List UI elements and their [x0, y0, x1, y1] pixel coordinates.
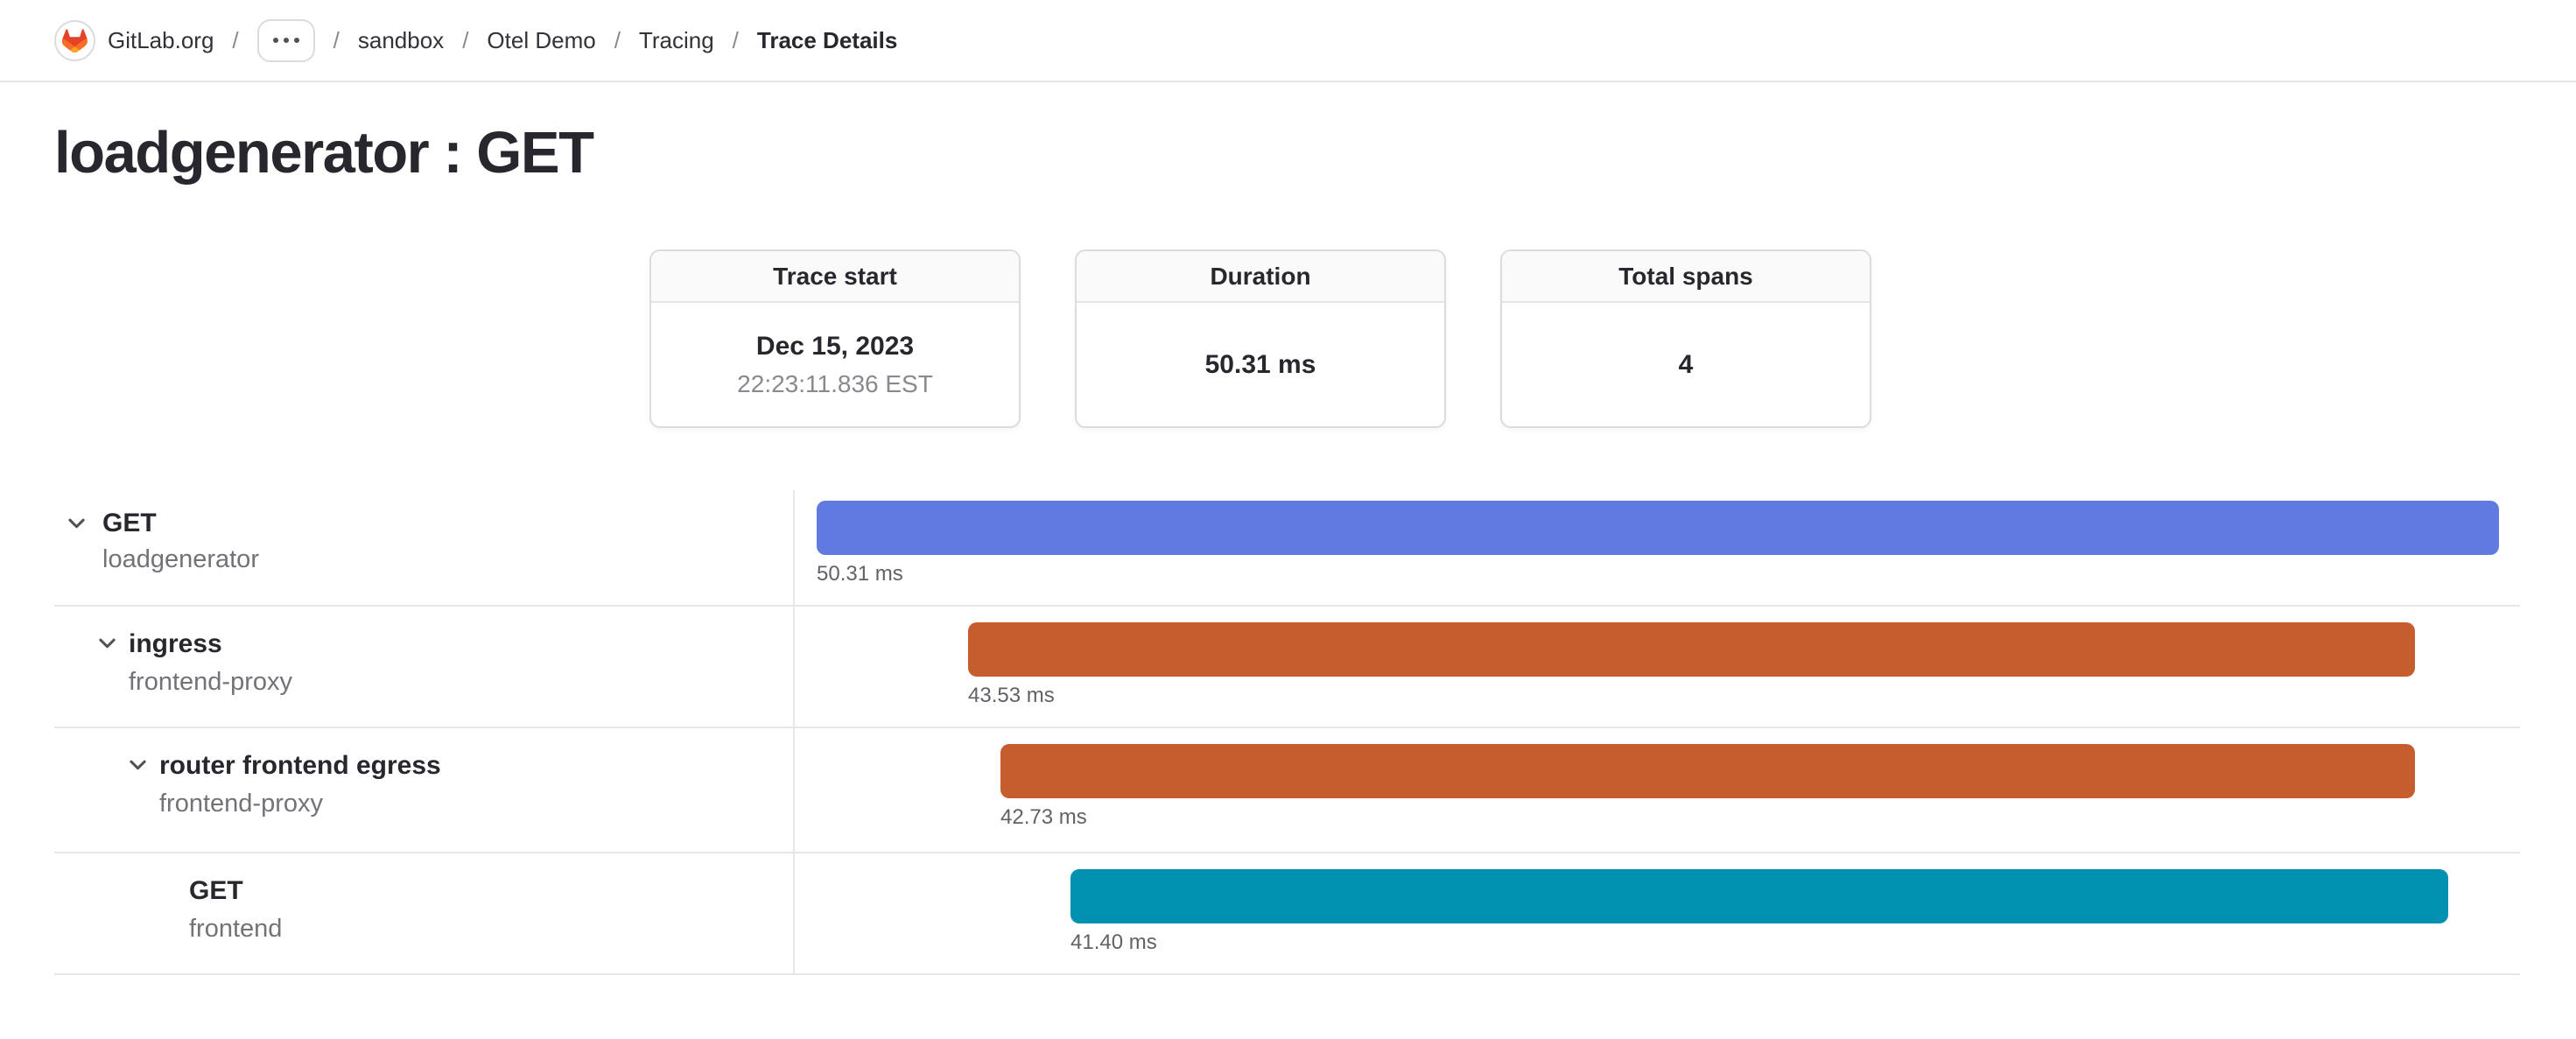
chevron-down-icon[interactable] [95, 631, 119, 659]
span-duration-label: 43.53 ms [968, 684, 1055, 708]
breadcrumb-item-otel-demo[interactable]: Otel Demo [487, 27, 595, 54]
breadcrumb: GitLab.org / / sandbox / Otel Demo / Tra… [0, 0, 2576, 82]
span-row: router frontend egress frontend-proxy 42… [54, 728, 2520, 853]
duration-card: Duration 50.31 ms [1075, 249, 1446, 428]
page-title: loadgenerator : GET [54, 119, 593, 186]
breadcrumb-separator: / [462, 27, 468, 54]
breadcrumb-separator: / [614, 27, 621, 54]
span-service: frontend [189, 915, 282, 944]
span-service: loadgenerator [102, 545, 259, 574]
total-spans-card: Total spans 4 [1500, 249, 1871, 428]
span-service: frontend-proxy [159, 790, 323, 818]
span-operation: GET [102, 509, 157, 538]
card-label: Trace start [651, 251, 1019, 303]
span-row: GET frontend 41.40 ms [54, 853, 2520, 975]
span-duration-label: 41.40 ms [1070, 930, 1157, 955]
duration-value: 50.31 ms [1205, 350, 1316, 380]
chevron-down-icon[interactable] [126, 753, 150, 781]
chevron-down-icon[interactable] [65, 511, 88, 539]
span-duration-label: 42.73 ms [1000, 805, 1087, 830]
breadcrumb-separator: / [733, 27, 739, 54]
breadcrumb-item-trace-details: Trace Details [757, 27, 897, 54]
breadcrumb-separator: / [333, 27, 340, 54]
breadcrumb-item-sandbox[interactable]: sandbox [358, 27, 444, 54]
card-label: Total spans [1502, 251, 1870, 303]
span-row: GET loadgenerator 50.31 ms [54, 490, 2520, 607]
span-duration-bar[interactable] [817, 501, 2499, 555]
span-duration-bar[interactable] [968, 622, 2415, 677]
trace-start-card: Trace start Dec 15, 2023 22:23:11.836 ES… [649, 249, 1021, 428]
trace-start-time: 22:23:11.836 EST [737, 370, 933, 398]
span-duration-bar[interactable] [1070, 869, 2448, 923]
breadcrumb-item-tracing[interactable]: Tracing [639, 27, 714, 54]
gitlab-logo-icon [54, 20, 95, 61]
card-label: Duration [1077, 251, 1444, 303]
breadcrumb-label: GitLab.org [108, 27, 214, 54]
span-operation: router frontend egress [159, 751, 441, 781]
breadcrumb-separator: / [232, 27, 238, 54]
trace-start-date: Dec 15, 2023 [756, 332, 914, 362]
span-row: ingress frontend-proxy 43.53 ms [54, 607, 2520, 728]
span-waterfall: GET loadgenerator 50.31 ms ingress front… [54, 490, 2520, 975]
breadcrumb-ellipsis-button[interactable] [257, 19, 315, 62]
ellipsis-icon [273, 38, 299, 43]
breadcrumb-item-gitlab-org[interactable]: GitLab.org [54, 20, 214, 61]
span-duration-label: 50.31 ms [817, 562, 903, 586]
span-operation: ingress [129, 629, 222, 659]
span-service: frontend-proxy [129, 668, 292, 697]
span-operation: GET [189, 876, 243, 906]
span-duration-bar[interactable] [1000, 744, 2415, 798]
trace-summary-cards: Trace start Dec 15, 2023 22:23:11.836 ES… [649, 249, 1871, 428]
total-spans-value: 4 [1679, 350, 1694, 380]
